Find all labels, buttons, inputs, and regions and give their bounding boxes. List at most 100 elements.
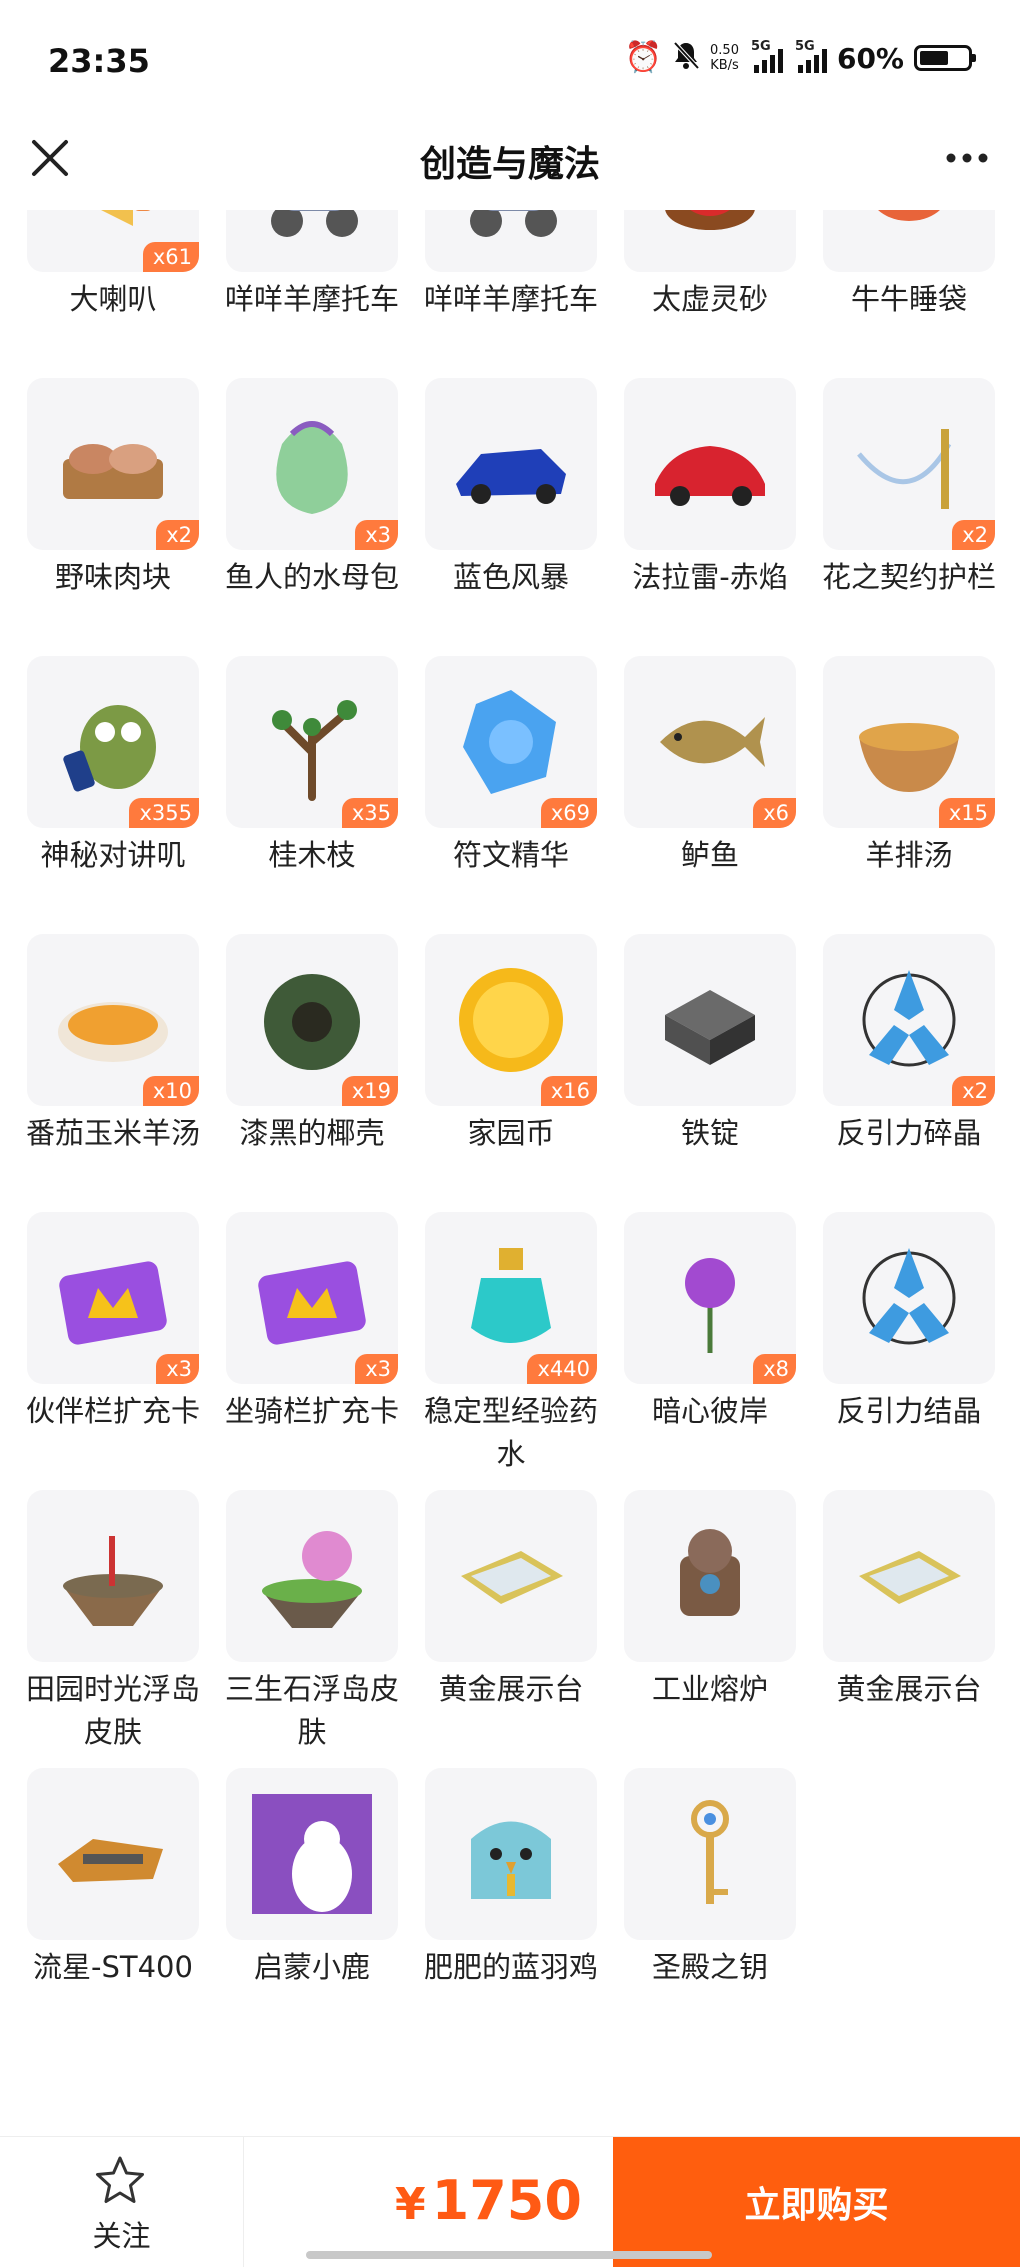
antigravity-shard-icon bbox=[849, 960, 969, 1080]
item-thumbnail bbox=[226, 1490, 398, 1662]
battery-percent: 60% bbox=[836, 41, 904, 75]
item-count-badge: x15 bbox=[938, 798, 995, 828]
item-thumbnail: x16 bbox=[425, 934, 597, 1106]
item-card[interactable]: x3 坐骑栏扩充卡 bbox=[225, 1212, 399, 1490]
item-grid-scroll[interactable]: x61 大喇叭 咩咩羊摩托车 咩咩羊摩托车 太虚灵砂 牛牛睡袋 x2 野味肉块 bbox=[0, 210, 1020, 2100]
item-card[interactable]: x440 稳定型经验药水 bbox=[424, 1212, 598, 1490]
item-name: 蓝色风暴 bbox=[452, 560, 569, 594]
follow-button[interactable]: 关注 bbox=[0, 2137, 244, 2267]
spider-lily-icon bbox=[650, 1238, 770, 1358]
gold-display-stand-icon bbox=[451, 1516, 571, 1636]
item-card[interactable]: x16 家园币 bbox=[425, 934, 597, 1212]
soup-bowl-icon bbox=[849, 682, 969, 802]
more-options-button[interactable] bbox=[944, 135, 990, 192]
mount-card-icon bbox=[252, 1238, 372, 1358]
item-card[interactable]: 蓝色风暴 bbox=[425, 378, 597, 656]
item-card[interactable]: x61 大喇叭 bbox=[27, 210, 199, 378]
home-indicator[interactable] bbox=[306, 2251, 712, 2259]
item-card[interactable]: x355 神秘对讲叽 bbox=[27, 656, 199, 934]
item-name: 牛牛睡袋 bbox=[850, 282, 967, 316]
status-icons: ⏰ 0.50 KB/s 5G 5G 60% bbox=[624, 39, 976, 76]
item-card[interactable]: x3 鱼人的水母包 bbox=[225, 378, 399, 656]
item-card[interactable]: 黄金展示台 bbox=[823, 1490, 995, 1768]
item-name: 铁锭 bbox=[680, 1116, 739, 1150]
buy-now-button[interactable]: 立即购买 bbox=[613, 2137, 1020, 2267]
item-name: 神秘对讲叽 bbox=[40, 838, 186, 872]
item-name: 野味肉块 bbox=[54, 560, 171, 594]
item-thumbnail bbox=[624, 934, 796, 1106]
fish-icon bbox=[650, 682, 770, 802]
alarm-icon: ⏰ bbox=[624, 40, 663, 75]
item-card[interactable]: x3 伙伴栏扩充卡 bbox=[26, 1212, 200, 1490]
item-name: 黄金展示台 bbox=[836, 1672, 982, 1706]
item-count-badge: x440 bbox=[527, 1354, 597, 1384]
item-name: 漆黑的椰壳 bbox=[239, 1116, 385, 1150]
item-name: 反引力结晶 bbox=[836, 1394, 982, 1428]
item-thumbnail: x6 bbox=[624, 656, 796, 828]
item-card[interactable]: 肥肥的蓝羽鸡 bbox=[424, 1768, 598, 2046]
item-card[interactable]: x8 暗心彼岸 bbox=[624, 1212, 796, 1490]
item-card[interactable]: 咩咩羊摩托车 bbox=[424, 210, 598, 378]
item-thumbnail: x2 bbox=[823, 378, 995, 550]
item-card[interactable]: 牛牛睡袋 bbox=[823, 210, 995, 378]
net-speed-value: 0.50 bbox=[710, 43, 739, 58]
item-name: 咩咩羊摩托车 bbox=[224, 282, 399, 316]
cow-sleeping-bag-icon bbox=[849, 210, 969, 246]
currency-symbol: ¥ bbox=[395, 2179, 426, 2230]
star-icon bbox=[96, 2156, 144, 2203]
item-card[interactable]: 太虚灵砂 bbox=[624, 210, 796, 378]
item-card[interactable]: 圣殿之钥 bbox=[624, 1768, 796, 2046]
item-card[interactable]: x10 番茄玉米羊汤 bbox=[26, 934, 200, 1212]
item-card[interactable]: 法拉雷-赤焰 bbox=[624, 378, 796, 656]
item-thumbnail bbox=[624, 1768, 796, 1940]
item-name: 桂木枝 bbox=[268, 838, 356, 872]
item-count-badge: x3 bbox=[355, 520, 398, 550]
item-name: 坐骑栏扩充卡 bbox=[224, 1394, 399, 1428]
item-count-badge: x16 bbox=[540, 1076, 597, 1106]
potion-icon bbox=[451, 1238, 571, 1358]
item-card[interactable]: 田园时光浮岛皮肤 bbox=[26, 1490, 200, 1768]
item-thumbnail: x355 bbox=[27, 656, 199, 828]
item-card[interactable]: 反引力结晶 bbox=[823, 1212, 995, 1490]
item-thumbnail: x440 bbox=[425, 1212, 597, 1384]
deer-icon bbox=[252, 1794, 372, 1914]
gold-display-stand-icon bbox=[849, 1516, 969, 1636]
signal-icon: 5G bbox=[793, 39, 827, 73]
item-name: 鱼人的水母包 bbox=[224, 560, 399, 594]
item-count-badge: x35 bbox=[341, 798, 398, 828]
item-card[interactable]: 三生石浮岛皮肤 bbox=[225, 1490, 399, 1768]
sheep-scooter-icon bbox=[252, 210, 372, 246]
item-card[interactable]: 铁锭 bbox=[624, 934, 796, 1212]
item-thumbnail: x3 bbox=[226, 1212, 398, 1384]
item-count-badge: x3 bbox=[355, 1354, 398, 1384]
item-card[interactable]: 工业熔炉 bbox=[624, 1490, 796, 1768]
item-card[interactable]: x2 反引力碎晶 bbox=[823, 934, 995, 1212]
item-card[interactable]: x15 羊排汤 bbox=[823, 656, 995, 934]
blue-racecar-icon bbox=[451, 404, 571, 524]
item-card[interactable]: x2 野味肉块 bbox=[27, 378, 199, 656]
signal-gen-label: 5G bbox=[750, 39, 771, 54]
item-thumbnail: x8 bbox=[624, 1212, 796, 1384]
item-thumbnail bbox=[823, 1490, 995, 1662]
item-card[interactable]: 流星-ST400 bbox=[27, 1768, 199, 2046]
item-card[interactable]: x2 花之契约护栏 bbox=[822, 378, 996, 656]
item-thumbnail bbox=[226, 1768, 398, 1940]
floating-island-icon bbox=[53, 1516, 173, 1636]
item-card[interactable]: x19 漆黑的椰壳 bbox=[226, 934, 398, 1212]
item-count-badge: x6 bbox=[753, 798, 796, 828]
flower-fence-icon bbox=[849, 404, 969, 524]
item-card[interactable]: 黄金展示台 bbox=[425, 1490, 597, 1768]
antigravity-crystal-icon bbox=[849, 1238, 969, 1358]
item-card[interactable]: x69 符文精华 bbox=[425, 656, 597, 934]
item-card[interactable]: 咩咩羊摩托车 bbox=[225, 210, 399, 378]
item-count-badge: x2 bbox=[952, 520, 995, 550]
iron-ingot-icon bbox=[650, 960, 770, 1080]
sakura-island-icon bbox=[252, 1516, 372, 1636]
item-thumbnail bbox=[425, 1490, 597, 1662]
item-card[interactable]: x6 鲈鱼 bbox=[624, 656, 796, 934]
item-card[interactable]: 启蒙小鹿 bbox=[226, 1768, 398, 2046]
item-card[interactable]: x35 桂木枝 bbox=[226, 656, 398, 934]
network-speed: 0.50 KB/s bbox=[710, 43, 739, 73]
item-name: 羊排汤 bbox=[865, 838, 953, 872]
item-thumbnail: x69 bbox=[425, 656, 597, 828]
